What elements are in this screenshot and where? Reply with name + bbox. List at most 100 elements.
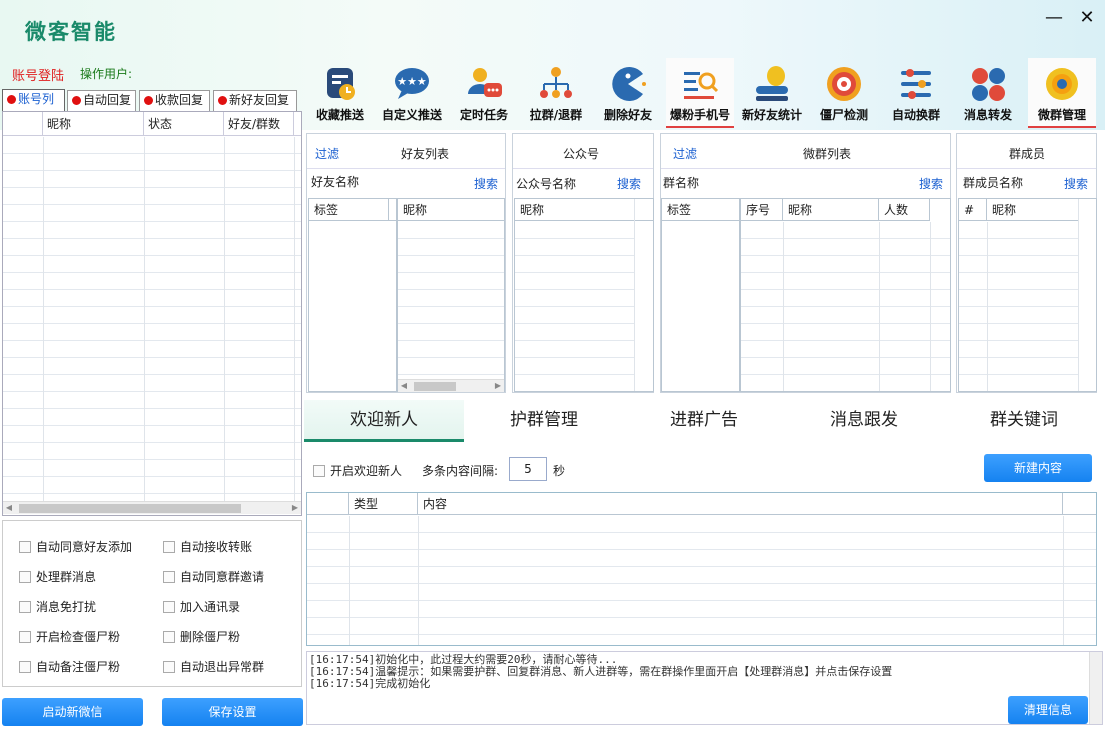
members-search-button[interactable]: 搜索	[1064, 175, 1088, 192]
auto-exit-abnormal-group-checkbox[interactable]: 自动退出异常群	[163, 658, 264, 675]
friends-panel-title: 好友列表	[401, 147, 450, 161]
option-label: 消息免打扰	[36, 600, 97, 614]
account-grid-header: 昵称 状态 好友/群数	[3, 112, 301, 136]
member-list[interactable]: # 昵称	[958, 198, 1097, 392]
option-label: 自动接收转账	[180, 540, 253, 554]
column-header: 人数	[879, 199, 930, 221]
auto-receive-transfer-checkbox[interactable]: 自动接收转账	[163, 538, 252, 555]
official-name-field[interactable]: 公众号名称	[516, 175, 576, 192]
app-title: 微客智能	[25, 20, 117, 44]
start-new-wechat-button[interactable]: 启动新微信	[2, 698, 143, 726]
group-list[interactable]: 序号 昵称 人数	[740, 198, 951, 392]
toolbar-label: 收藏推送	[315, 108, 364, 122]
tab-account-list[interactable]: 账号列	[2, 89, 65, 112]
horizontal-scrollbar[interactable]: ◀ ▶	[3, 501, 301, 514]
tab-payment-reply[interactable]: 收款回复	[139, 90, 210, 111]
pacman-icon	[612, 67, 646, 101]
official-accounts-panel: 公众号 公众号名称 搜索 昵称	[512, 133, 654, 393]
chat-custom-icon: ★★★	[395, 68, 429, 99]
option-label: 删除僵尸粉	[180, 630, 241, 644]
column-header: 标签	[309, 199, 396, 221]
save-settings-button[interactable]: 保存设置	[162, 698, 303, 726]
member-name-field[interactable]: 群成员名称	[963, 174, 1023, 191]
tab-auto-reply[interactable]: 自动回复	[67, 90, 136, 111]
column-header	[1063, 493, 1096, 515]
column-header	[3, 112, 43, 135]
vertical-scrollbar[interactable]	[1089, 652, 1102, 724]
option-label: 开启欢迎新人	[330, 464, 403, 478]
svg-text:★★★: ★★★	[397, 75, 427, 88]
toolbar-label: 自动换群	[891, 108, 940, 122]
delete-zombie-fans-checkbox[interactable]: 删除僵尸粉	[163, 628, 240, 645]
official-list[interactable]: 昵称	[514, 198, 654, 392]
tab-group-keywords[interactable]: 群关键词	[944, 400, 1104, 442]
scroll-left-icon[interactable]: ◀	[3, 502, 15, 514]
check-zombie-fans-checkbox[interactable]: 开启检查僵尸粉	[19, 628, 120, 645]
group-tag-list[interactable]: 标签	[661, 198, 740, 392]
column-header: 内容	[418, 493, 1063, 515]
interval-input[interactable]: 5	[509, 457, 547, 481]
toolbar-delete-friend[interactable]: 删除好友	[594, 58, 662, 128]
toolbar-join-exit-group[interactable]: 拉群/退群	[522, 58, 590, 128]
friends-filter-link[interactable]: 过滤	[315, 145, 339, 162]
handle-group-message-checkbox[interactable]: 处理群消息	[19, 568, 96, 585]
horizontal-scrollbar[interactable]: ◀ ▶	[398, 379, 504, 392]
tab-label: 收款回复	[155, 93, 204, 107]
search-list-icon	[684, 72, 719, 99]
friend-list[interactable]: 昵称 ◀ ▶	[397, 198, 505, 392]
enable-welcome-checkbox[interactable]: 开启欢迎新人	[313, 462, 402, 479]
auto-accept-group-invite-checkbox[interactable]: 自动同意群邀请	[163, 568, 264, 585]
status-dot-icon	[218, 96, 227, 105]
column-header: 标签	[662, 199, 739, 221]
welcome-content-grid[interactable]: 类型 内容	[306, 492, 1097, 646]
close-icon[interactable]: ✕	[1077, 8, 1097, 28]
account-grid-rows	[3, 137, 301, 501]
status-dot-icon	[144, 96, 153, 105]
toolbar-label: 僵尸检测	[819, 108, 868, 122]
scroll-thumb[interactable]	[19, 504, 241, 513]
log-panel: [16:17:54]初始化中，此过程大约需要20秒，请耐心等待... [16:1…	[306, 651, 1103, 725]
column-header: 昵称	[783, 199, 879, 221]
gear-icon	[1046, 68, 1078, 100]
groups-filter-link[interactable]: 过滤	[673, 145, 697, 162]
toolbar-favorite-push[interactable]: 收藏推送	[306, 58, 374, 128]
tab-join-ads[interactable]: 进群广告	[624, 400, 784, 442]
group-name-field[interactable]: 群名称	[663, 174, 699, 191]
dots-icon	[972, 68, 1005, 101]
toolbar-label: 拉群/退群	[529, 108, 583, 122]
clear-info-button[interactable]: 清理信息	[1008, 696, 1088, 724]
toolbar-message-forward[interactable]: 消息转发	[954, 58, 1022, 128]
official-search-button[interactable]: 搜索	[617, 175, 641, 192]
tab-group-protect[interactable]: 护群管理	[464, 400, 624, 442]
scroll-thumb[interactable]	[414, 382, 456, 391]
remark-zombie-fans-checkbox[interactable]: 自动备注僵尸粉	[19, 658, 120, 675]
option-label: 自动退出异常群	[180, 660, 265, 674]
toolbar-custom-push[interactable]: ★★★ 自定义推送	[378, 58, 446, 128]
group-list-panel: 过滤 微群列表 群名称 搜索 标签 序号 昵称 人数	[660, 133, 951, 393]
scroll-left-icon[interactable]: ◀	[398, 380, 410, 392]
toolbar-scheduled-task[interactable]: 定时任务	[450, 58, 518, 128]
new-content-button[interactable]: 新建内容	[984, 454, 1092, 482]
scroll-right-icon[interactable]: ▶	[492, 380, 504, 392]
tab-new-friend-reply[interactable]: 新好友回复	[213, 90, 297, 111]
tab-message-follow[interactable]: 消息跟发	[784, 400, 944, 442]
friend-tag-list[interactable]: 标签	[308, 198, 397, 392]
toolbar-group-manage[interactable]: 微群管理	[1028, 58, 1096, 128]
scroll-right-icon[interactable]: ▶	[289, 502, 301, 514]
group-members-panel: 群成员 群成员名称 搜索 # 昵称	[956, 133, 1097, 393]
groups-search-button[interactable]: 搜索	[919, 175, 943, 192]
friends-search-button[interactable]: 搜索	[474, 175, 498, 192]
toolbar-zombie-detect[interactable]: 僵尸检测	[810, 58, 878, 128]
mute-messages-checkbox[interactable]: 消息免打扰	[19, 598, 96, 615]
minimize-icon[interactable]: —	[1044, 8, 1064, 28]
options-panel: 自动同意好友添加 自动接收转账 处理群消息 自动同意群邀请 消息免打扰 加入通讯…	[2, 520, 302, 687]
tab-welcome-new[interactable]: 欢迎新人	[304, 400, 464, 442]
toolbar-phone-fans[interactable]: 爆粉手机号	[666, 58, 734, 128]
auto-accept-friend-checkbox[interactable]: 自动同意好友添加	[19, 538, 132, 555]
toolbar-new-friend-stats[interactable]: 新好友统计	[738, 58, 806, 128]
account-login-link[interactable]: 账号登陆	[12, 65, 64, 84]
account-grid[interactable]: 昵称 状态 好友/群数 ◀ ▶	[2, 111, 302, 516]
toolbar-auto-switch-group[interactable]: 自动换群	[882, 58, 950, 128]
friends-name-field[interactable]: 好友名称	[311, 173, 359, 190]
add-to-contacts-checkbox[interactable]: 加入通讯录	[163, 598, 240, 615]
